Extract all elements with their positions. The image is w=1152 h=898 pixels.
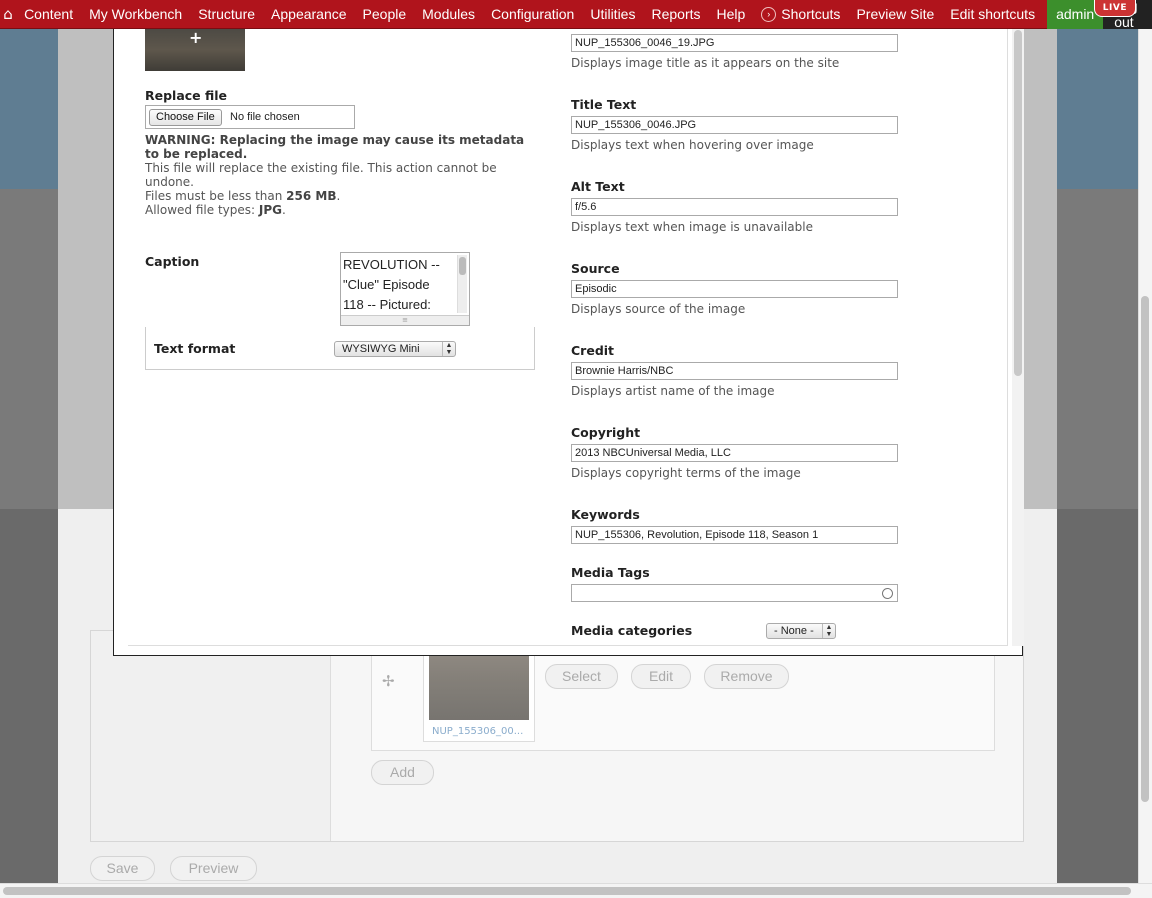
- title-text-input[interactable]: NUP_155306_0046.JPG: [571, 116, 898, 134]
- copyright-desc: Displays copyright terms of the image: [571, 466, 801, 480]
- chevron-right-icon: ›: [761, 6, 777, 22]
- media-categories-label: Media categories: [571, 623, 693, 638]
- edit-shortcuts-link[interactable]: Edit shortcuts: [942, 0, 1043, 29]
- copyright-label: Copyright: [571, 425, 641, 440]
- menu-item-help[interactable]: Help: [709, 0, 754, 29]
- size-suffix: .: [336, 189, 341, 203]
- menu-item-modules[interactable]: Modules: [414, 0, 483, 29]
- warning-bold-text: WARNING: Replacing the image may cause i…: [145, 133, 525, 161]
- source-desc: Displays source of the image: [571, 302, 746, 316]
- window-vertical-scroll-thumb[interactable]: [1141, 296, 1149, 802]
- alt-text-label: Alt Text: [571, 179, 625, 194]
- size-limit: 256 MB: [286, 189, 337, 203]
- preview-site-link[interactable]: Preview Site: [848, 0, 942, 29]
- size-prefix: Files must be less than: [145, 189, 287, 203]
- preview-button[interactable]: Preview: [170, 856, 257, 881]
- title-text-desc: Displays text when hovering over image: [571, 138, 814, 152]
- edit-media-button[interactable]: Edit: [631, 664, 691, 689]
- add-media-button[interactable]: Add: [371, 760, 434, 785]
- window-horizontal-scroll-thumb[interactable]: [3, 887, 1131, 895]
- source-input[interactable]: Episodic: [571, 280, 898, 298]
- allowed-types: JPG: [258, 203, 282, 217]
- text-format-value: WYSIWYG Mini: [342, 343, 420, 355]
- title-text-label: Title Text: [571, 97, 637, 112]
- media-tags-input[interactable]: [571, 584, 898, 602]
- alt-text-input[interactable]: f/5.6: [571, 198, 898, 216]
- replace-file-label: Replace file: [145, 88, 228, 103]
- save-button[interactable]: Save: [90, 856, 155, 881]
- text-format-label: Text format: [154, 341, 236, 356]
- menu-item-content[interactable]: Content: [16, 0, 81, 29]
- text-format-select[interactable]: WYSIWYG Mini ▲ ▼: [334, 341, 456, 357]
- media-thumbnail[interactable]: [429, 652, 529, 720]
- file-status-text: No file chosen: [230, 111, 300, 123]
- shortcuts-toggle[interactable]: › Shortcuts: [753, 0, 848, 29]
- keywords-input[interactable]: NUP_155306, Revolution, Episode 118, Sea…: [571, 526, 898, 544]
- replace-warning: WARNING: Replacing the image may cause i…: [145, 133, 540, 217]
- select-arrows-icon: ▲ ▼: [822, 624, 835, 638]
- dialog-scroll-thumb[interactable]: [1014, 30, 1022, 376]
- autocomplete-throbber-icon: [882, 588, 893, 599]
- image-title-input[interactable]: NUP_155306_0046_19.JPG: [571, 34, 898, 52]
- image-title-desc: Displays image title as it appears on th…: [571, 56, 840, 70]
- credit-label: Credit: [571, 343, 615, 358]
- alt-text-desc: Displays text when image is unavailable: [571, 220, 813, 234]
- types-prefix: Allowed file types:: [145, 203, 259, 217]
- credit-desc: Displays artist name of the image: [571, 384, 775, 398]
- caption-text: REVOLUTION -- "Clue" Episode 118 -- Pict…: [343, 257, 440, 312]
- drag-handle-icon[interactable]: ✢: [382, 672, 395, 690]
- home-icon[interactable]: ⌂: [0, 0, 16, 29]
- types-suffix: .: [281, 203, 286, 217]
- caption-scrollbar[interactable]: [457, 255, 467, 313]
- media-field-label-col: [91, 631, 331, 841]
- menu-item-structure[interactable]: Structure: [190, 0, 263, 29]
- zoom-plus-icon[interactable]: +: [189, 28, 202, 47]
- caption-scroll-thumb[interactable]: [459, 257, 466, 275]
- copyright-input[interactable]: 2013 NBCUniversal Media, LLC: [571, 444, 898, 462]
- media-categories-value: - None -: [774, 625, 814, 637]
- keywords-label: Keywords: [571, 507, 640, 522]
- resize-grip-icon[interactable]: ≡: [341, 315, 469, 325]
- menu-item-people[interactable]: People: [355, 0, 415, 29]
- select-arrows-icon: ▲ ▼: [442, 342, 455, 356]
- credit-input[interactable]: Brownie Harris/NBC: [571, 362, 898, 380]
- caption-textarea[interactable]: REVOLUTION -- "Clue" Episode 118 -- Pict…: [340, 252, 470, 326]
- admin-toolbar: ⌂ Content My Workbench Structure Appeara…: [0, 0, 1152, 30]
- replace-file-input[interactable]: Choose File No file chosen: [145, 105, 355, 129]
- remove-media-button[interactable]: Remove: [704, 664, 789, 689]
- menu-item-reports[interactable]: Reports: [643, 0, 708, 29]
- menu-item-utilities[interactable]: Utilities: [582, 0, 643, 29]
- shortcuts-label: Shortcuts: [781, 6, 841, 22]
- menu-item-appearance[interactable]: Appearance: [263, 0, 355, 29]
- menu-item-my-workbench[interactable]: My Workbench: [81, 0, 190, 29]
- menu-item-configuration[interactable]: Configuration: [483, 0, 582, 29]
- source-label: Source: [571, 261, 620, 276]
- media-thumbnail-filename[interactable]: NUP_155306_00...: [432, 726, 523, 737]
- media-tags-label: Media Tags: [571, 565, 650, 580]
- live-badge: LIVE: [1093, 0, 1136, 17]
- select-media-button[interactable]: Select: [545, 664, 618, 689]
- warning-line: This file will replace the existing file…: [145, 161, 497, 189]
- caption-label: Caption: [145, 254, 200, 269]
- choose-file-button[interactable]: Choose File: [149, 109, 222, 126]
- media-categories-select[interactable]: - None - ▲ ▼: [766, 623, 836, 639]
